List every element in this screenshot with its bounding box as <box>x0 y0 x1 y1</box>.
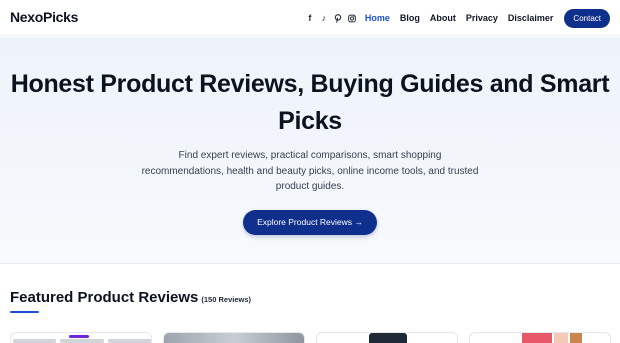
hero-title: Honest Product Reviews, Buying Guides an… <box>10 70 610 135</box>
card-image <box>11 339 151 343</box>
card-badge <box>69 335 89 338</box>
explore-reviews-button[interactable]: Explore Product Reviews → <box>243 210 377 235</box>
title-underline <box>10 311 39 313</box>
nav-about[interactable]: About <box>430 13 456 23</box>
review-count: (150 Reviews) <box>201 295 252 304</box>
hero-subtitle: Find expert reviews, practical compariso… <box>141 150 479 192</box>
featured-section-title: Featured Product Reviews (150 Reviews) <box>10 289 251 306</box>
tiktok-icon[interactable]: ♪ <box>320 13 328 23</box>
card-image <box>522 333 552 343</box>
nav-home[interactable]: Home <box>365 13 390 23</box>
pinterest-icon[interactable] <box>334 13 342 23</box>
instagram-icon[interactable] <box>348 13 356 23</box>
featured-title-text: Featured Product Reviews <box>10 289 199 306</box>
hero-section: Honest Product Reviews, Buying Guides an… <box>0 37 620 264</box>
review-card[interactable] <box>469 332 611 343</box>
nav-blog[interactable]: Blog <box>400 13 420 23</box>
review-card[interactable] <box>10 332 152 343</box>
contact-button[interactable]: Contact <box>564 8 610 28</box>
review-card[interactable] <box>316 332 458 343</box>
site-logo[interactable]: NexoPicks <box>10 9 78 25</box>
site-header: NexoPicks f ♪ Home Blog About Privacy Di… <box>0 0 620 36</box>
nav-privacy[interactable]: Privacy <box>466 13 498 23</box>
review-card[interactable] <box>163 332 305 343</box>
nav-disclaimer[interactable]: Disclaimer <box>508 13 554 23</box>
social-links: f ♪ <box>306 13 356 23</box>
card-image <box>369 333 407 343</box>
main-nav: f ♪ Home Blog About Privacy Disclaimer C… <box>306 8 610 28</box>
facebook-icon[interactable]: f <box>306 13 314 23</box>
